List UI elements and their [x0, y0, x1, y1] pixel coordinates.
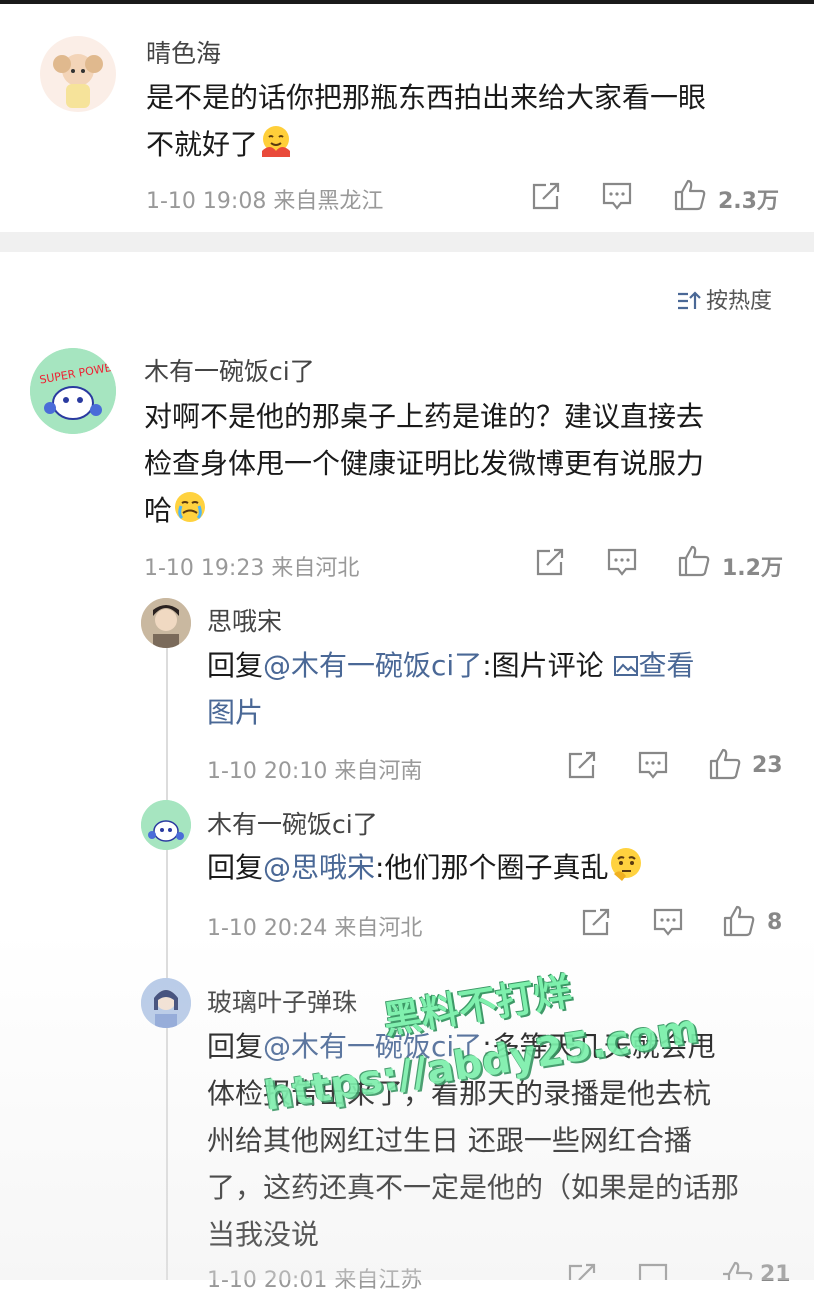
location: 来自黑龙江 — [273, 189, 384, 214]
comment-text: 是不是的话你把那瓶东西拍出来给大家看一眼 不就好了 — [146, 74, 786, 168]
like-icon[interactable] — [708, 747, 742, 781]
reply-text-line: 当我没说 — [207, 1218, 320, 1251]
avatar[interactable] — [141, 800, 191, 850]
like-count: 8 — [767, 910, 783, 935]
location: 来自河北 — [334, 916, 423, 941]
avatar[interactable] — [141, 978, 191, 1028]
share-icon[interactable] — [530, 181, 562, 211]
reply-meta: 1-10 20:24 来自河北 — [207, 910, 422, 942]
comment-text: 对啊不是他的那桌子上药是谁的？建议直接去 检查身体甩一个健康证明比发微博更有说服… — [144, 393, 794, 534]
username[interactable]: 玻璃叶子弹珠 — [207, 983, 357, 1019]
section-divider — [0, 232, 814, 252]
reply-text-line: 州给其他网红过生日 还跟一些网红合播 — [207, 1124, 692, 1157]
reply-body: :他们那个圈子真乱 — [375, 851, 609, 884]
reply-text-line: 了，这药还真不一定是他的（如果是的话那 — [207, 1171, 740, 1204]
avatar[interactable] — [40, 36, 116, 112]
like-count: 21 — [760, 1262, 791, 1287]
reply-thread-line — [166, 640, 168, 1280]
timestamp: 1-10 20:24 — [207, 916, 328, 941]
comment-text-line: 不就好了 — [146, 121, 786, 168]
location: 来自河北 — [271, 556, 360, 581]
comment-card: 晴色海 是不是的话你把那瓶东西拍出来给大家看一眼 不就好了 1-10 19:08… — [0, 0, 814, 232]
comment-icon[interactable] — [637, 1262, 669, 1280]
username[interactable]: 木有一碗饭ci了 — [144, 352, 315, 388]
like-icon[interactable] — [722, 904, 756, 938]
reply-text: 回复@木有一碗饭ci了:图片评论 查看 图片 — [207, 642, 787, 736]
sort-label: 按热度 — [706, 289, 773, 314]
comment-icon[interactable] — [637, 750, 669, 780]
share-icon[interactable] — [534, 547, 566, 577]
avatar[interactable] — [141, 598, 191, 648]
sort-icon — [678, 291, 701, 310]
comment-text-line: 对啊不是他的那桌子上药是谁的？建议直接去 — [144, 400, 705, 433]
hug-emoji-icon — [258, 123, 292, 157]
mention-link[interactable]: @思哦宋 — [263, 851, 375, 884]
reply-meta: 1-10 20:10 来自河南 — [207, 753, 422, 785]
thinking-emoji-icon — [608, 846, 642, 881]
comment-meta: 1-10 19:23 来自河北 — [144, 550, 359, 582]
reply-meta: 1-10 20:01 来自江苏 — [207, 1262, 422, 1294]
like-icon[interactable] — [673, 178, 707, 212]
username[interactable]: 木有一碗饭ci了 — [207, 805, 378, 841]
location: 来自河南 — [334, 759, 423, 784]
like-icon[interactable] — [720, 1260, 754, 1280]
username[interactable]: 思哦宋 — [207, 602, 282, 638]
like-count: 1.2万 — [722, 556, 783, 581]
reply-prefix: 回复 — [207, 851, 264, 884]
comment-icon[interactable] — [601, 181, 633, 211]
crying-emoji-icon — [172, 489, 206, 523]
comment-text-fragment: 不就好了 — [146, 128, 259, 161]
timestamp: 1-10 19:08 — [146, 189, 267, 214]
like-icon[interactable] — [677, 544, 711, 578]
comment-meta: 1-10 19:08 来自黑龙江 — [146, 183, 383, 215]
share-icon[interactable] — [566, 1262, 598, 1280]
comment-icon[interactable] — [606, 547, 638, 577]
comment-text-line: 检查身体甩一个健康证明比发微博更有说服力 — [144, 447, 705, 480]
reply-text-line: 回复@木有一碗饭ci了:图片评论 查看 — [207, 642, 787, 689]
reply-text-line: 回复@思哦宋:他们那个圈子真乱 — [207, 844, 787, 891]
mention-link[interactable]: @木有一碗饭ci了 — [263, 649, 482, 682]
timestamp: 1-10 19:23 — [144, 556, 265, 581]
location: 来自江苏 — [334, 1268, 423, 1293]
view-image-label: 查看 — [638, 649, 695, 682]
sort-by-heat-button[interactable]: 按热度 — [676, 283, 772, 315]
reply-text: 回复@思哦宋:他们那个圈子真乱 — [207, 844, 787, 891]
share-icon[interactable] — [580, 907, 612, 937]
comment-icon[interactable] — [652, 907, 684, 937]
like-count: 2.3万 — [718, 189, 779, 214]
reply-prefix: 回复 — [207, 649, 264, 682]
comment-text-line: 是不是的话你把那瓶东西拍出来给大家看一眼 — [146, 81, 707, 114]
view-image-link-continued[interactable]: 图片 — [207, 689, 787, 736]
avatar[interactable]: SUPER POWER — [30, 348, 116, 434]
username[interactable]: 晴色海 — [146, 34, 221, 70]
view-image-link[interactable]: 查看 — [613, 649, 695, 682]
like-count: 23 — [752, 753, 783, 778]
reply-body: :图片评论 — [482, 649, 604, 682]
timestamp: 1-10 20:01 — [207, 1268, 328, 1293]
share-icon[interactable] — [566, 750, 598, 780]
timestamp: 1-10 20:10 — [207, 759, 328, 784]
image-icon — [613, 656, 638, 676]
comment-text-fragment: 哈 — [144, 494, 173, 527]
comment-text-line: 哈 — [144, 487, 794, 534]
reply-prefix: 回复 — [207, 1030, 264, 1063]
